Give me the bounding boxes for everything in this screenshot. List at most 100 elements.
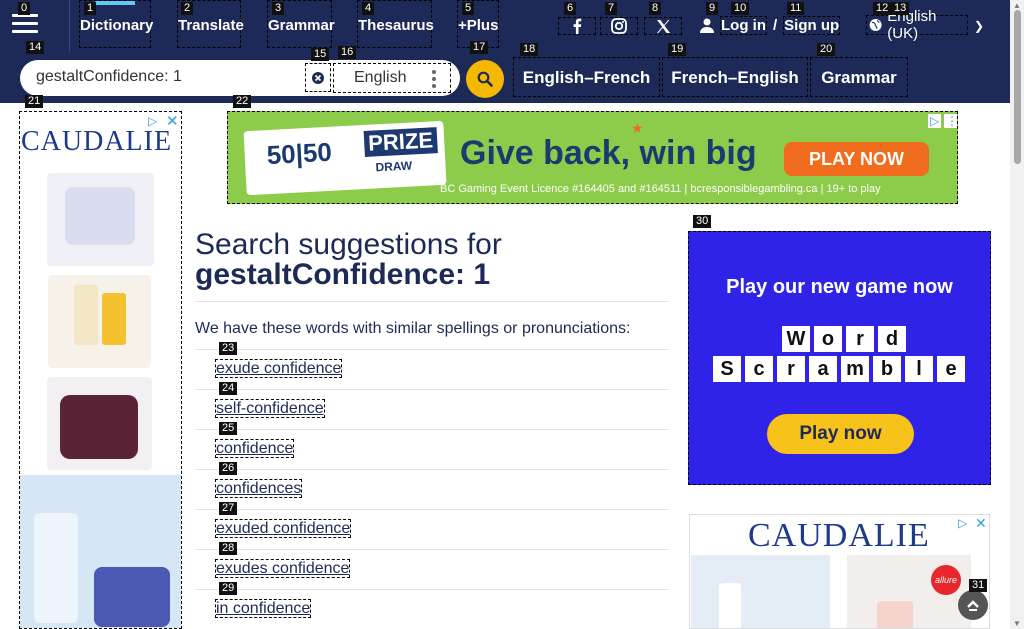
arrow-up-icon [967, 600, 979, 611]
letter-tile: r [846, 326, 874, 352]
quicklink-english-french[interactable]: English–French [513, 57, 660, 97]
user-icon [700, 18, 714, 33]
page-scrollbar[interactable]: ▲ ▼ [1010, 0, 1024, 629]
badge: 22 [233, 95, 252, 108]
suggestions-intro: We have these words with similar spellin… [195, 320, 631, 337]
badge: 19 [668, 43, 687, 56]
badge: 24 [219, 382, 238, 395]
badge: 4 [362, 2, 375, 15]
scrollbar-thumb[interactable] [1014, 10, 1021, 164]
left-skyscraper-ad[interactable]: ▷ ✕ CAUDALIE [19, 111, 182, 629]
right-rectangle-ad[interactable]: CAUDALIE ▷ ✕ allure [689, 514, 990, 629]
scroll-up-icon[interactable]: ▲ [1013, 1, 1021, 10]
signup-link[interactable]: Sign up [783, 15, 841, 35]
letter-tile: l [905, 356, 933, 382]
divider [195, 301, 669, 302]
badge: 16 [338, 46, 357, 59]
divider [195, 389, 669, 390]
card-draw-text: DRAW [375, 158, 413, 175]
badge: 3 [272, 2, 285, 15]
quicklink-grammar[interactable]: Grammar [810, 57, 908, 97]
suggestion-link[interactable]: self-confidence [215, 399, 325, 418]
badge: 2 [181, 2, 194, 15]
divider [195, 469, 669, 470]
page-title-line1: Search suggestions for [195, 228, 502, 261]
suggestion-link[interactable]: confidences [215, 479, 303, 498]
facebook-icon[interactable] [558, 17, 596, 35]
brand-logo: CAUDALIE [748, 517, 930, 554]
badge: 14 [26, 41, 45, 54]
ad-fineprint: BC Gaming Event Licence #164405 and #164… [440, 183, 881, 195]
product-image [47, 377, 152, 470]
letter-tile: r [777, 356, 805, 382]
suggestion-link[interactable]: in confidence [215, 599, 312, 618]
badge: 20 [817, 43, 836, 56]
badge: 17 [470, 41, 489, 54]
badge: 7 [605, 2, 618, 15]
top-navigation-bar: 0 1 Dictionary 2 Translate 3 Grammar 4 T… [0, 0, 1010, 103]
divider [195, 429, 669, 430]
slash-separator: / [773, 16, 778, 34]
badge: 10 [731, 2, 750, 15]
letter-tile: a [809, 356, 837, 382]
page-title: Search suggestions for gestaltConfidence… [195, 230, 502, 290]
divider [195, 589, 669, 590]
badge: 8 [649, 2, 662, 15]
letter-tile: o [814, 326, 842, 352]
dictionary-selector-label: English [354, 69, 407, 86]
star-icon: ★ [631, 120, 644, 136]
suggestion-link[interactable]: exude confidence [215, 359, 343, 378]
adchoices-icon[interactable]: ▷ [958, 516, 967, 530]
search-input[interactable] [36, 68, 306, 86]
divider [195, 509, 669, 510]
badge: 6 [564, 2, 577, 15]
close-ad-icon[interactable]: ✕ [975, 515, 987, 532]
suggestion-link[interactable]: confidence [215, 439, 295, 458]
instagram-icon[interactable] [600, 17, 638, 35]
letter-tile: e [937, 356, 965, 382]
scroll-down-icon[interactable]: ▼ [1013, 619, 1021, 628]
badge: 13 [891, 2, 910, 15]
letter-tile: d [878, 326, 906, 352]
top-banner-ad[interactable]: 50|50 PRIZE DRAW Give back, win big PLAY… [227, 111, 958, 204]
divider [69, 0, 70, 52]
play-now-button[interactable]: Play now [767, 414, 914, 454]
login-link[interactable]: Log in [720, 15, 767, 35]
product-image [48, 275, 151, 368]
letter-tile: m [841, 356, 869, 382]
badge: 27 [219, 502, 238, 515]
badge: 28 [219, 542, 238, 555]
chevron-down-icon[interactable]: ❯ [974, 19, 984, 33]
allure-badge: allure [931, 565, 961, 595]
clear-search-button[interactable] [305, 63, 331, 92]
suggestion-link[interactable]: exudes confidence [215, 559, 351, 578]
lottery-card-image: 50|50 PRIZE DRAW [243, 120, 447, 196]
globe-icon [869, 19, 882, 31]
back-to-top-button[interactable] [958, 590, 988, 620]
menu-icon[interactable] [12, 14, 38, 34]
product-banner-image [20, 475, 181, 628]
badge: 21 [25, 95, 44, 108]
ad-title: Play our new game now [726, 276, 953, 298]
language-selector[interactable]: English (UK) [866, 8, 968, 42]
letter-tile: S [713, 356, 741, 382]
suggestion-link[interactable]: exuded confidence [215, 519, 352, 538]
brand-logo: CAUDALIE [21, 126, 173, 157]
play-now-button[interactable]: PLAY NOW [784, 142, 929, 176]
badge: 31 [969, 579, 988, 592]
badge: 15 [311, 48, 330, 61]
search-term: gestaltConfidence: 1 [195, 258, 491, 291]
quicklink-french-english[interactable]: French–English [662, 57, 808, 97]
badge: 30 [693, 215, 712, 228]
word-scramble-ad[interactable]: Play our new game now W o r d S c r a m … [688, 231, 991, 485]
letter-tile: c [745, 356, 773, 382]
badge: 23 [219, 342, 238, 355]
badge: 5 [462, 2, 475, 15]
more-vertical-icon[interactable]: ⋮ [944, 114, 957, 128]
x-twitter-icon[interactable] [644, 17, 682, 35]
search-icon [477, 71, 493, 87]
adchoices-icon[interactable]: ▷ [928, 114, 942, 128]
more-vertical-icon [432, 70, 436, 91]
dictionary-selector[interactable]: English [333, 63, 451, 93]
search-button[interactable] [466, 60, 504, 98]
